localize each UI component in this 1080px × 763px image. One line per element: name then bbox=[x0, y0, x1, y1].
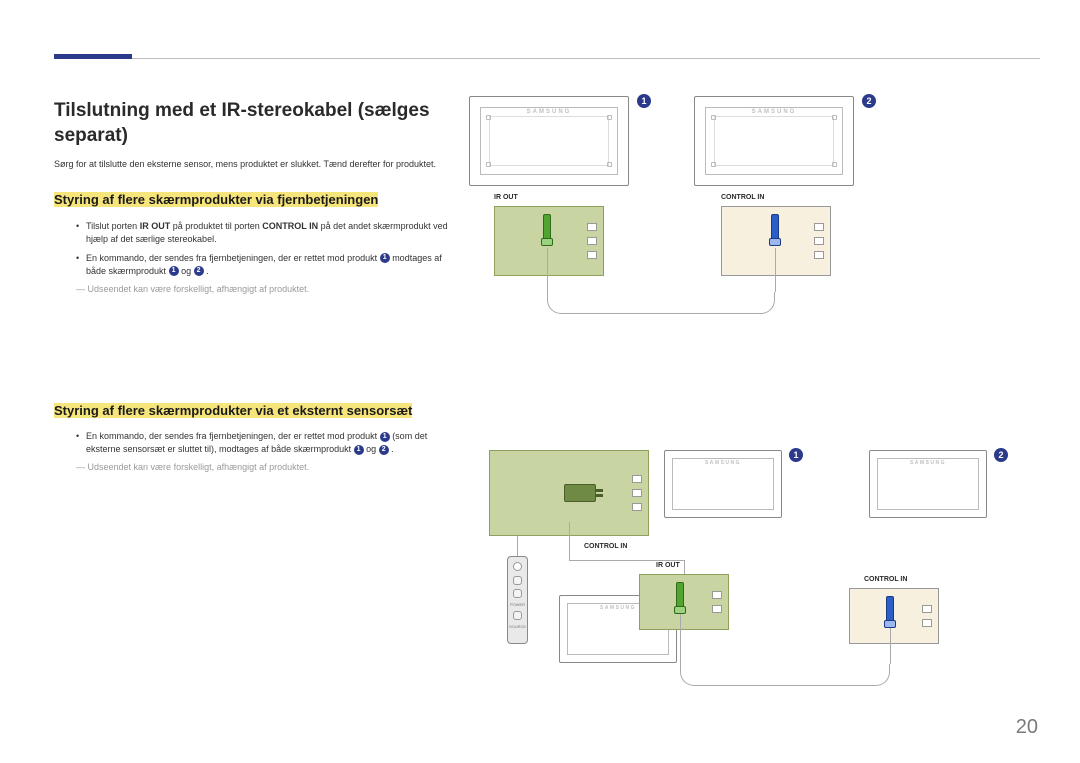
brand-label: SAMSUNG bbox=[470, 109, 628, 115]
list-item: Tilslut porten IR OUT på produktet til p… bbox=[76, 220, 449, 246]
list-item: En kommando, der sendes fra fjernbetjeni… bbox=[76, 252, 449, 278]
number-badge-2-icon: 2 bbox=[994, 448, 1008, 462]
intro-paragraph: Sørg for at tilslutte den eksterne senso… bbox=[54, 158, 449, 171]
number-badge-1-icon: 1 bbox=[789, 448, 803, 462]
accent-bar bbox=[54, 54, 132, 59]
number-badge-1-icon: 1 bbox=[354, 445, 364, 455]
number-badge-2-icon: 2 bbox=[194, 266, 204, 276]
text-column: Tilslutning med et IR-stereokabel (sælge… bbox=[54, 99, 449, 472]
brand-label: SAMSUNG bbox=[870, 460, 986, 466]
number-badge-1-icon: 1 bbox=[380, 432, 390, 442]
display-product-2: SAMSUNG bbox=[694, 96, 854, 186]
display-product-2: SAMSUNG bbox=[869, 450, 987, 518]
number-badge-1-icon: 1 bbox=[380, 253, 390, 263]
stereo-cable bbox=[680, 664, 890, 686]
section-1-heading-wrap: Styring af flere skærmprodukter via fjer… bbox=[54, 191, 449, 209]
section-2-note: Udseendet kan være forskelligt, afhængig… bbox=[76, 462, 449, 472]
ir-out-label: IR OUT bbox=[656, 562, 680, 569]
display-product-1: SAMSUNG bbox=[469, 96, 629, 186]
stereo-cable bbox=[547, 292, 775, 314]
page-title: Tilslutning med et IR-stereokabel (sælge… bbox=[54, 99, 449, 148]
section-1-note: Udseendet kan være forskelligt, afhængig… bbox=[76, 284, 449, 294]
number-badge-2-icon: 2 bbox=[379, 445, 389, 455]
section-2-heading: Styring af flere skærmprodukter via et e… bbox=[54, 403, 412, 418]
diagram-remote-control: SAMSUNG 1 SAMSUNG 2 IR OUT CONTROL IN bbox=[469, 96, 1049, 316]
section-2-heading-wrap: Styring af flere skærmprodukter via et e… bbox=[54, 402, 449, 420]
control-in-label: CONTROL IN bbox=[721, 194, 764, 201]
number-badge-1-icon: 1 bbox=[637, 94, 651, 108]
sensor-plug-icon bbox=[564, 484, 596, 502]
page-number: 20 bbox=[1016, 716, 1038, 739]
number-badge-1-icon: 1 bbox=[169, 266, 179, 276]
section-2-bullets: En kommando, der sendes fra fjernbetjeni… bbox=[76, 430, 449, 456]
section-1-bullets: Tilslut porten IR OUT på produktet til p… bbox=[76, 220, 449, 278]
brand-label: SAMSUNG bbox=[695, 109, 853, 115]
list-item: En kommando, der sendes fra fjernbetjeni… bbox=[76, 430, 449, 456]
remote-control: POWER SOURCE bbox=[507, 556, 528, 644]
control-in-label: CONTROL IN bbox=[584, 543, 627, 550]
display-product-1: SAMSUNG bbox=[664, 450, 782, 518]
page-content: Tilslutning med et IR-stereokabel (sælge… bbox=[54, 58, 1040, 763]
diagram-external-sensor: POWER SOURCE CONTROL IN SAMSUNG 1 SAMSUN… bbox=[469, 450, 1069, 700]
brand-label: SAMSUNG bbox=[665, 460, 781, 466]
top-rule bbox=[54, 58, 1040, 59]
number-badge-2-icon: 2 bbox=[862, 94, 876, 108]
ir-out-label: IR OUT bbox=[494, 194, 518, 201]
section-1-heading: Styring af flere skærmprodukter via fjer… bbox=[54, 192, 378, 207]
control-in-label: CONTROL IN bbox=[864, 576, 907, 583]
